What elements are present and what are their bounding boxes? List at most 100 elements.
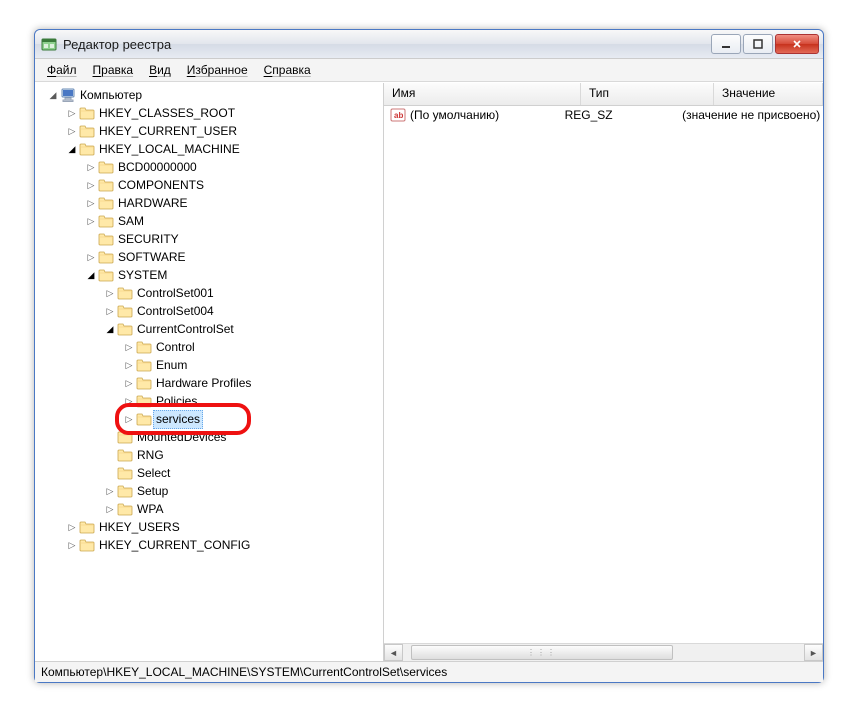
tree-item[interactable]: ▷WPA (35, 500, 383, 518)
tree-item[interactable]: ▷SOFTWARE (35, 248, 383, 266)
expander-icon[interactable]: ◢ (47, 89, 59, 101)
expander-icon[interactable]: ▷ (104, 305, 116, 317)
svg-text:ab: ab (394, 111, 403, 120)
tree-item[interactable]: ▷ControlSet001 (35, 284, 383, 302)
scroll-right-button[interactable]: ► (804, 644, 823, 661)
folder-icon (98, 160, 114, 174)
folder-icon (79, 106, 95, 120)
folder-icon (98, 250, 114, 264)
expander-icon[interactable]: ▷ (85, 197, 97, 209)
string-value-icon: ab (390, 107, 406, 123)
folder-icon (136, 340, 152, 354)
folder-icon (136, 376, 152, 390)
tree-label: HKEY_CURRENT_USER (99, 123, 237, 140)
tree-item[interactable]: ▷ Enum (35, 356, 383, 374)
tree-item[interactable]: ▷BCD00000000 (35, 158, 383, 176)
tree-item[interactable]: ▷Setup (35, 482, 383, 500)
value-type: REG_SZ (565, 108, 682, 122)
menu-favorites[interactable]: Избранное (179, 61, 256, 79)
expander-icon[interactable]: ▷ (123, 359, 135, 371)
expander-icon[interactable]: ▷ (104, 503, 116, 515)
tree-root[interactable]: ◢Компьютер (35, 86, 383, 104)
col-name[interactable]: Имя (384, 83, 581, 105)
tree-item[interactable]: ▷ HKEY_CURRENT_CONFIG (35, 536, 383, 554)
expander-icon[interactable]: ▷ (85, 161, 97, 173)
values-list[interactable]: ab(По умолчанию)REG_SZ(значение не присв… (384, 106, 823, 643)
tree-item[interactable]: ▷HKEY_CLASSES_ROOT (35, 104, 383, 122)
folder-icon (79, 538, 95, 552)
tree-item[interactable]: ◢CurrentControlSet (35, 320, 383, 338)
scroll-left-button[interactable]: ◄ (384, 644, 403, 661)
tree-item[interactable]: ▷Policies (35, 392, 383, 410)
horizontal-scrollbar[interactable]: ◄ ⋮⋮⋮ ► (384, 643, 823, 661)
tree-item[interactable]: ▷ services (35, 410, 383, 428)
registry-tree[interactable]: ◢Компьютер▷HKEY_CLASSES_ROOT▷HKEY_CURREN… (35, 83, 383, 554)
folder-icon (117, 502, 133, 516)
menu-edit[interactable]: Правка (85, 61, 142, 79)
expander-icon[interactable]: ▷ (85, 179, 97, 191)
tree-item[interactable]: Select (35, 464, 383, 482)
expander-icon[interactable]: ▷ (104, 485, 116, 497)
folder-icon (117, 304, 133, 318)
expander-icon[interactable]: ▷ (66, 107, 78, 119)
expander-icon[interactable]: ◢ (104, 323, 116, 335)
expander-icon[interactable]: ▷ (66, 125, 78, 137)
scroll-thumb[interactable]: ⋮⋮⋮ (411, 645, 673, 660)
window-title: Редактор реестра (63, 37, 711, 52)
tree-item[interactable]: ▷SAM (35, 212, 383, 230)
expander-icon[interactable]: ▷ (66, 539, 78, 551)
tree-item[interactable]: SECURITY (35, 230, 383, 248)
tree-label: HKEY_CURRENT_CONFIG (99, 537, 250, 554)
registry-editor-window: Редактор реестра Файл Правка Вид Избранн… (34, 29, 824, 683)
expander-icon[interactable]: ▷ (123, 395, 135, 407)
statusbar-path: Компьютер\HKEY_LOCAL_MACHINE\SYSTEM\Curr… (41, 665, 447, 679)
close-button[interactable] (775, 34, 819, 54)
tree-item[interactable]: ▷HKEY_USERS (35, 518, 383, 536)
tree-pane[interactable]: ◢Компьютер▷HKEY_CLASSES_ROOT▷HKEY_CURREN… (35, 83, 384, 661)
folder-icon (136, 358, 152, 372)
menubar: Файл Правка Вид Избранное Справка (35, 59, 823, 82)
minimize-button[interactable] (711, 34, 741, 54)
col-type[interactable]: Тип (581, 83, 714, 105)
tree-item[interactable]: ▷Hardware Profiles (35, 374, 383, 392)
menu-help[interactable]: Справка (256, 61, 319, 79)
tree-item[interactable]: ▷ Control (35, 338, 383, 356)
expander-icon[interactable]: ▷ (123, 341, 135, 353)
menu-file[interactable]: Файл (39, 61, 85, 79)
expander-icon[interactable]: ◢ (85, 269, 97, 281)
values-pane: Имя Тип Значение ab(По умолчанию)REG_SZ(… (384, 83, 823, 661)
minimize-icon (721, 39, 731, 49)
expander-icon[interactable]: ▷ (104, 287, 116, 299)
folder-icon (136, 394, 152, 408)
expander-icon[interactable]: ▷ (85, 215, 97, 227)
maximize-button[interactable] (743, 34, 773, 54)
tree-label: HARDWARE (118, 195, 188, 212)
folder-icon (98, 268, 114, 282)
tree-label: services (153, 410, 203, 429)
tree-item[interactable]: ▷ControlSet004 (35, 302, 383, 320)
tree-label: Control (156, 339, 195, 356)
statusbar: Компьютер\HKEY_LOCAL_MACHINE\SYSTEM\Curr… (35, 661, 823, 682)
tree-item[interactable]: ▷COMPONENTS (35, 176, 383, 194)
expander-icon[interactable]: ▷ (123, 377, 135, 389)
tree-item[interactable]: ▷ HARDWARE (35, 194, 383, 212)
tree-item[interactable]: MountedDevices (35, 428, 383, 446)
scroll-track[interactable]: ⋮⋮⋮ (403, 645, 804, 660)
col-value[interactable]: Значение (714, 83, 823, 105)
tree-item[interactable]: ▷ HKEY_CURRENT_USER (35, 122, 383, 140)
folder-icon (117, 286, 133, 300)
tree-item[interactable]: ◢HKEY_LOCAL_MACHINE (35, 140, 383, 158)
folder-icon (136, 412, 152, 426)
expander-icon[interactable]: ▷ (85, 251, 97, 263)
column-headers[interactable]: Имя Тип Значение (384, 83, 823, 106)
tree-item[interactable]: RNG (35, 446, 383, 464)
expander-icon[interactable]: ◢ (66, 143, 78, 155)
expander-icon[interactable]: ▷ (66, 521, 78, 533)
titlebar[interactable]: Редактор реестра (35, 30, 823, 59)
expander-spacer (104, 449, 116, 461)
value-row[interactable]: ab(По умолчанию)REG_SZ(значение не присв… (384, 106, 823, 124)
menu-view[interactable]: Вид (141, 61, 179, 79)
tree-label: Enum (156, 357, 187, 374)
expander-icon[interactable]: ▷ (123, 413, 135, 425)
tree-item[interactable]: ◢SYSTEM (35, 266, 383, 284)
